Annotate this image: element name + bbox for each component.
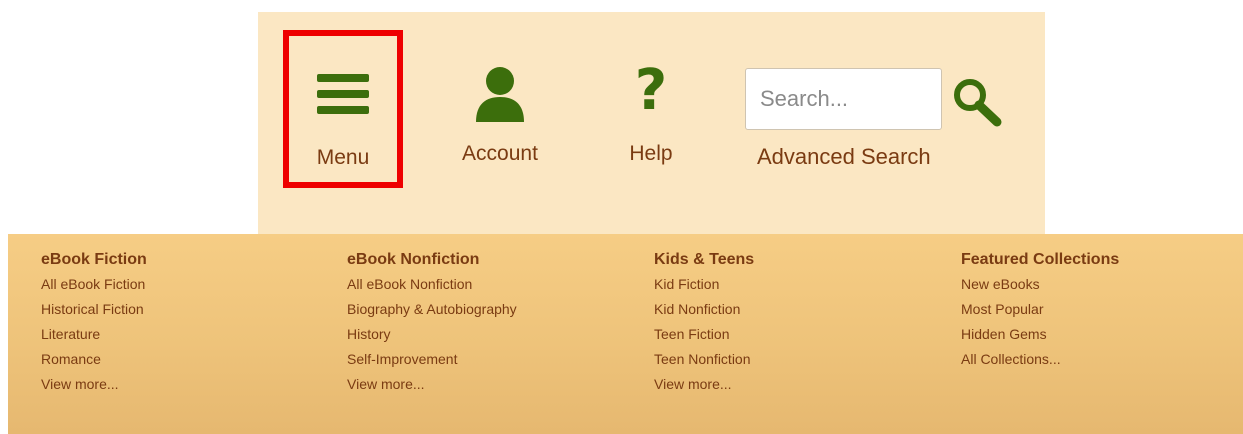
question-mark-icon: ?	[634, 58, 668, 123]
account-label: Account	[462, 142, 538, 165]
menu-button[interactable]: Menu	[283, 30, 403, 188]
dropdown-link[interactable]: Self-Improvement	[347, 350, 517, 368]
search-icon[interactable]	[950, 76, 1004, 128]
dropdown-column-featured-collections: Featured Collections New eBooks Most Pop…	[961, 250, 1119, 368]
help-button[interactable]: ? Help	[616, 62, 686, 176]
column-heading: eBook Nonfiction	[347, 251, 480, 268]
dropdown-link[interactable]: Teen Nonfiction	[654, 350, 754, 368]
column-heading: Featured Collections	[961, 251, 1120, 268]
user-icon	[476, 67, 524, 122]
view-more-link[interactable]: View more...	[347, 375, 517, 393]
dropdown-link[interactable]: Literature	[41, 325, 147, 343]
column-heading: eBook Fiction	[41, 251, 147, 268]
dropdown-link[interactable]: History	[347, 325, 517, 343]
dropdown-link[interactable]: Hidden Gems	[961, 325, 1119, 343]
view-more-link[interactable]: View more...	[41, 375, 147, 393]
dropdown-link[interactable]: Most Popular	[961, 300, 1119, 318]
dropdown-link[interactable]: Romance	[41, 350, 147, 368]
hamburger-menu-icon	[317, 74, 369, 114]
dropdown-link[interactable]: Kid Nonfiction	[654, 300, 754, 318]
search-input[interactable]	[745, 68, 942, 130]
dropdown-column-ebook-nonfiction: eBook Nonfiction All eBook Nonfiction Bi…	[347, 250, 517, 393]
column-heading: Kids & Teens	[654, 251, 755, 268]
advanced-search-link[interactable]: Advanced Search	[757, 144, 931, 170]
dropdown-link[interactable]: Kid Fiction	[654, 275, 754, 293]
dropdown-column-kids-teens: Kids & Teens Kid Fiction Kid Nonfiction …	[654, 250, 754, 393]
view-more-link[interactable]: View more...	[654, 375, 754, 393]
all-collections-link[interactable]: All Collections...	[961, 350, 1119, 368]
menu-label: Menu	[316, 146, 370, 169]
dropdown-link[interactable]: New eBooks	[961, 275, 1119, 293]
menu-dropdown-panel: eBook Fiction All eBook Fiction Historic…	[8, 234, 1243, 434]
dropdown-link[interactable]: Biography & Autobiography	[347, 300, 517, 318]
dropdown-link[interactable]: All eBook Fiction	[41, 275, 147, 293]
dropdown-column-ebook-fiction: eBook Fiction All eBook Fiction Historic…	[41, 250, 147, 393]
help-label: Help	[629, 142, 673, 165]
dropdown-link[interactable]: Historical Fiction	[41, 300, 147, 318]
dropdown-link[interactable]: All eBook Nonfiction	[347, 275, 517, 293]
account-button[interactable]: Account	[448, 66, 552, 176]
dropdown-link[interactable]: Teen Fiction	[654, 325, 754, 343]
